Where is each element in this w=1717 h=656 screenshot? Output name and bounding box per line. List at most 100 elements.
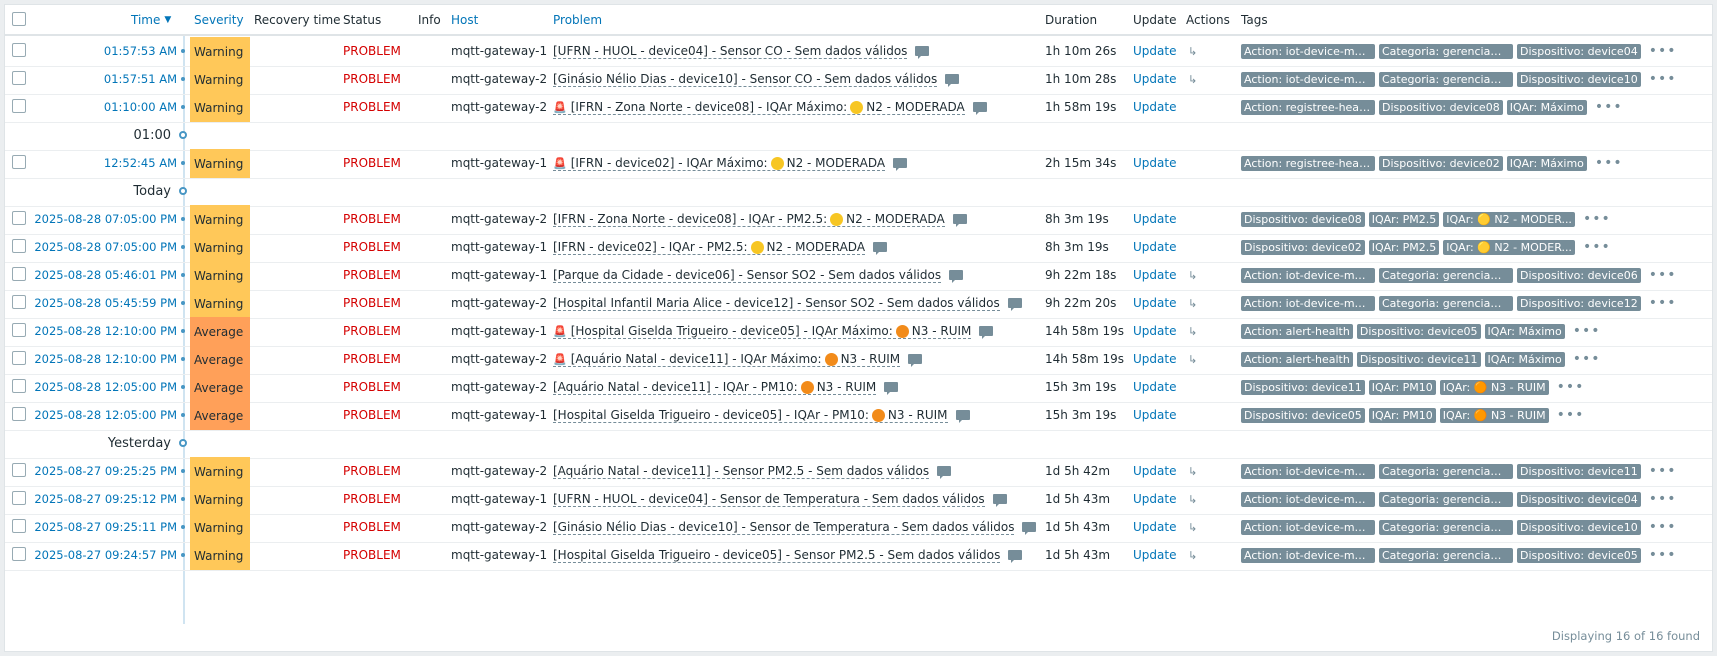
tag-badge[interactable]: Dispositivo: device10 xyxy=(1517,71,1641,87)
row-checkbox[interactable] xyxy=(12,491,26,505)
more-tags-icon[interactable]: ••• xyxy=(1573,351,1601,367)
event-time-link[interactable]: 2025-08-28 12:05:00 PM xyxy=(31,400,177,430)
update-link[interactable]: Update xyxy=(1133,204,1176,234)
problem-link[interactable]: [UFRN - HUOL - device04] - Sensor CO - S… xyxy=(553,44,908,59)
tag-badge[interactable]: IQAr: 🟡 N2 - MODER... xyxy=(1443,239,1575,255)
tag-badge[interactable]: Dispositivo: device08 xyxy=(1379,99,1503,115)
problem-column-header[interactable]: Problem xyxy=(553,5,602,34)
message-icon[interactable] xyxy=(873,242,888,255)
problem-link[interactable]: [Hospital Infantil Maria Alice - device1… xyxy=(553,296,1000,311)
more-tags-icon[interactable]: ••• xyxy=(1583,211,1611,227)
more-tags-icon[interactable]: ••• xyxy=(1595,99,1623,115)
tag-badge[interactable]: Categoria: gerenciam... xyxy=(1379,71,1513,87)
event-time-link[interactable]: 2025-08-28 12:05:00 PM xyxy=(31,372,177,402)
severity-column-header[interactable]: Severity xyxy=(194,5,244,34)
row-checkbox[interactable] xyxy=(12,519,26,533)
tag-badge[interactable]: IQAr: PM2.5 xyxy=(1368,211,1440,227)
message-icon[interactable] xyxy=(955,410,970,423)
more-tags-icon[interactable]: ••• xyxy=(1557,379,1585,395)
message-icon[interactable] xyxy=(893,158,908,171)
tag-badge[interactable]: Dispositivo: device04 xyxy=(1517,43,1641,59)
tag-badge[interactable]: Action: iot-device-mon... xyxy=(1241,295,1375,311)
host-link[interactable]: mqtt-gateway-1 xyxy=(451,400,547,430)
row-checkbox[interactable] xyxy=(12,323,26,337)
more-tags-icon[interactable]: ••• xyxy=(1649,71,1677,87)
problem-link[interactable]: [Hospital Giselda Trigueiro - device05] … xyxy=(553,408,948,423)
message-icon[interactable] xyxy=(972,102,987,115)
update-link[interactable]: Update xyxy=(1133,232,1176,262)
more-tags-icon[interactable]: ••• xyxy=(1649,491,1677,507)
tag-badge[interactable]: Dispositivo: device04 xyxy=(1517,491,1641,507)
message-icon[interactable] xyxy=(979,326,994,339)
tag-badge[interactable]: IQAr: Máximo xyxy=(1506,155,1587,171)
update-link[interactable]: Update xyxy=(1133,484,1176,514)
tag-badge[interactable]: Action: iot-device-mon... xyxy=(1241,463,1375,479)
tag-badge[interactable]: IQAr: PM10 xyxy=(1368,407,1436,423)
actions-icon[interactable]: ↳ xyxy=(1188,316,1197,346)
more-tags-icon[interactable]: ••• xyxy=(1649,267,1677,283)
host-link[interactable]: mqtt-gateway-1 xyxy=(451,232,547,262)
tag-badge[interactable]: Action: alert-health xyxy=(1241,323,1353,339)
more-tags-icon[interactable]: ••• xyxy=(1649,519,1677,535)
row-checkbox[interactable] xyxy=(12,99,26,113)
host-link[interactable]: mqtt-gateway-1 xyxy=(451,36,547,66)
event-time-link[interactable]: 2025-08-28 12:10:00 PM xyxy=(31,344,177,374)
update-link[interactable]: Update xyxy=(1133,316,1176,346)
problem-link[interactable]: 🚨 [Aquário Natal - device11] - IQAr Máxim… xyxy=(553,352,901,367)
problem-link[interactable]: [IFRN - Zona Norte - device08] - IQAr - … xyxy=(553,212,945,227)
tag-badge[interactable]: Dispositivo: device08 xyxy=(1241,211,1365,227)
host-link[interactable]: mqtt-gateway-2 xyxy=(451,64,547,94)
event-time-link[interactable]: 2025-08-28 07:05:00 PM xyxy=(31,204,177,234)
tag-badge[interactable]: IQAr: Máximo xyxy=(1506,99,1587,115)
row-checkbox[interactable] xyxy=(12,43,26,57)
message-icon[interactable] xyxy=(937,466,952,479)
problem-link[interactable]: [Aquário Natal - device11] - IQAr - PM10… xyxy=(553,380,877,395)
host-link[interactable]: mqtt-gateway-2 xyxy=(451,372,547,402)
time-header-label[interactable]: Time xyxy=(131,13,160,27)
tag-badge[interactable]: Action: iot-device-mon... xyxy=(1241,43,1375,59)
problem-link[interactable]: 🚨 [IFRN - device02] - IQAr Máximo: N2 - MO… xyxy=(553,156,886,171)
update-link[interactable]: Update xyxy=(1133,512,1176,542)
tag-badge[interactable]: Categoria: gerenciam... xyxy=(1379,267,1513,283)
tag-badge[interactable]: Dispositivo: device11 xyxy=(1517,463,1641,479)
more-tags-icon[interactable]: ••• xyxy=(1649,547,1677,563)
more-tags-icon[interactable]: ••• xyxy=(1557,407,1585,423)
problem-link[interactable]: 🚨 [Hospital Giselda Trigueiro - device05]… xyxy=(553,324,972,339)
actions-icon[interactable]: ↳ xyxy=(1188,36,1197,66)
actions-icon[interactable]: ↳ xyxy=(1188,288,1197,318)
event-time-link[interactable]: 01:57:51 AM xyxy=(31,64,177,94)
problem-link[interactable]: [Aquário Natal - device11] - Sensor PM2.… xyxy=(553,464,930,479)
tag-badge[interactable]: IQAr: Máximo xyxy=(1484,351,1565,367)
problem-link[interactable]: 🚨 [IFRN - Zona Norte - device08] - IQAr M… xyxy=(553,100,965,115)
time-column-header[interactable]: Time ▼ xyxy=(131,5,171,34)
message-icon[interactable] xyxy=(1022,522,1037,535)
event-time-link[interactable]: 2025-08-28 05:46:01 PM xyxy=(31,260,177,290)
tag-badge[interactable]: Categoria: gerenciam... xyxy=(1379,463,1513,479)
row-checkbox[interactable] xyxy=(12,267,26,281)
host-column-header[interactable]: Host xyxy=(451,5,478,34)
row-checkbox[interactable] xyxy=(12,155,26,169)
more-tags-icon[interactable]: ••• xyxy=(1649,295,1677,311)
more-tags-icon[interactable]: ••• xyxy=(1583,239,1611,255)
update-link[interactable]: Update xyxy=(1133,400,1176,430)
update-link[interactable]: Update xyxy=(1133,36,1176,66)
tag-badge[interactable]: Dispositivo: device02 xyxy=(1379,155,1503,171)
tag-badge[interactable]: IQAr: PM10 xyxy=(1368,379,1436,395)
tag-badge[interactable]: Action: registree-health xyxy=(1241,99,1375,115)
tag-badge[interactable]: Categoria: gerenciam... xyxy=(1379,547,1513,563)
host-link[interactable]: mqtt-gateway-2 xyxy=(451,512,547,542)
event-time-link[interactable]: 2025-08-27 09:25:25 PM xyxy=(31,456,177,486)
update-link[interactable]: Update xyxy=(1133,344,1176,374)
event-time-link[interactable]: 12:52:45 AM xyxy=(31,148,177,178)
host-link[interactable]: mqtt-gateway-2 xyxy=(451,456,547,486)
row-checkbox[interactable] xyxy=(12,71,26,85)
actions-icon[interactable]: ↳ xyxy=(1188,344,1197,374)
select-all-checkbox[interactable] xyxy=(12,11,26,26)
message-icon[interactable] xyxy=(952,214,967,227)
event-time-link[interactable]: 01:57:53 AM xyxy=(31,36,177,66)
tag-badge[interactable]: IQAr: 🟠 N3 - RUIM xyxy=(1439,379,1549,395)
host-link[interactable]: mqtt-gateway-1 xyxy=(451,316,547,346)
tag-badge[interactable]: Dispositivo: device11 xyxy=(1356,351,1481,367)
host-link[interactable]: mqtt-gateway-2 xyxy=(451,92,547,122)
problem-link[interactable]: [Ginásio Nélio Dias - device10] - Sensor… xyxy=(553,520,1015,535)
